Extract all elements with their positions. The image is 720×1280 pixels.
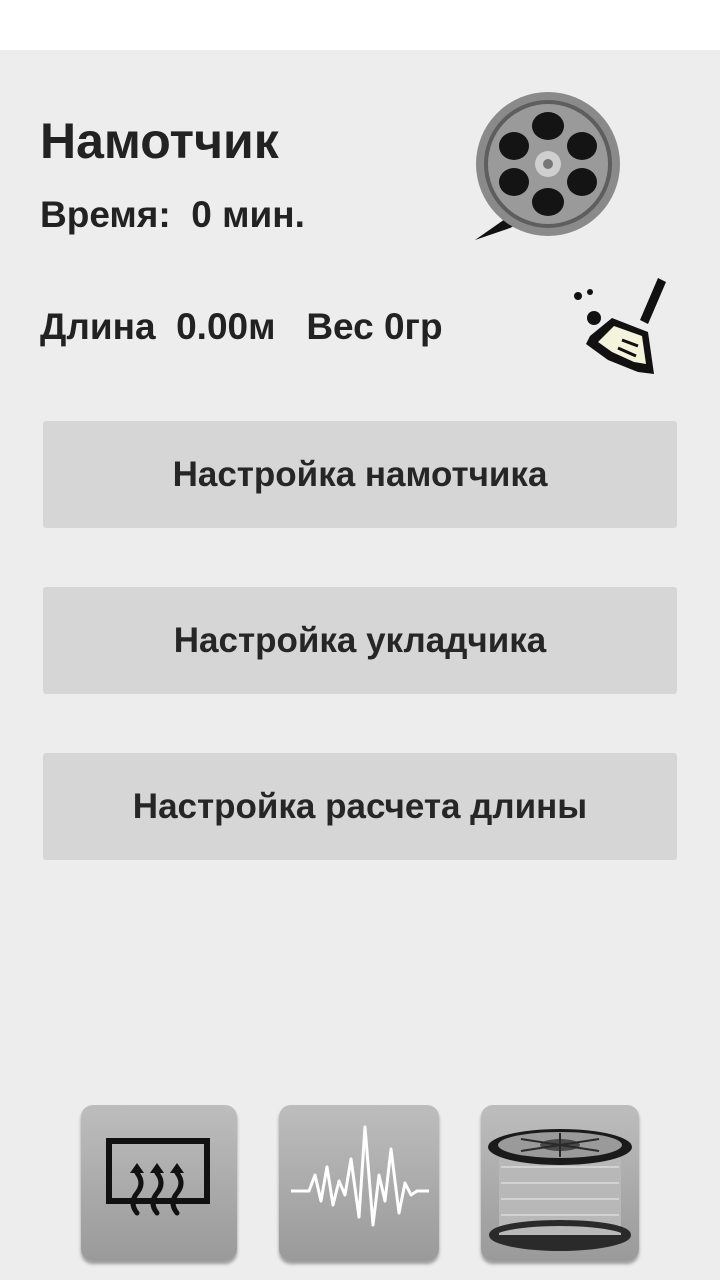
signal-button[interactable] [279, 1105, 439, 1261]
heater-button[interactable] [81, 1105, 237, 1261]
layer-settings-button[interactable]: Настройка укладчика [43, 587, 677, 694]
page-title: Намотчик [40, 113, 279, 169]
filament-spool-icon [488, 1129, 632, 1251]
time-readout: Время: 0 мин. [40, 194, 305, 235]
main-screen: Намотчик Время: 0 мин. Длина 0.00м Вес 0… [0, 50, 720, 1280]
film-reel-icon[interactable] [470, 90, 625, 245]
spool-button[interactable] [481, 1105, 639, 1261]
heater-icon [106, 1138, 210, 1216]
status-bar [0, 0, 720, 50]
waveform-icon [291, 1125, 429, 1227]
winder-settings-button[interactable]: Настройка намотчика [43, 421, 677, 528]
length-calc-settings-button[interactable]: Настройка расчета длины [43, 753, 677, 860]
length-weight-readout: Длина 0.00м Вес 0гр [40, 306, 443, 347]
broom-icon[interactable] [568, 274, 672, 378]
